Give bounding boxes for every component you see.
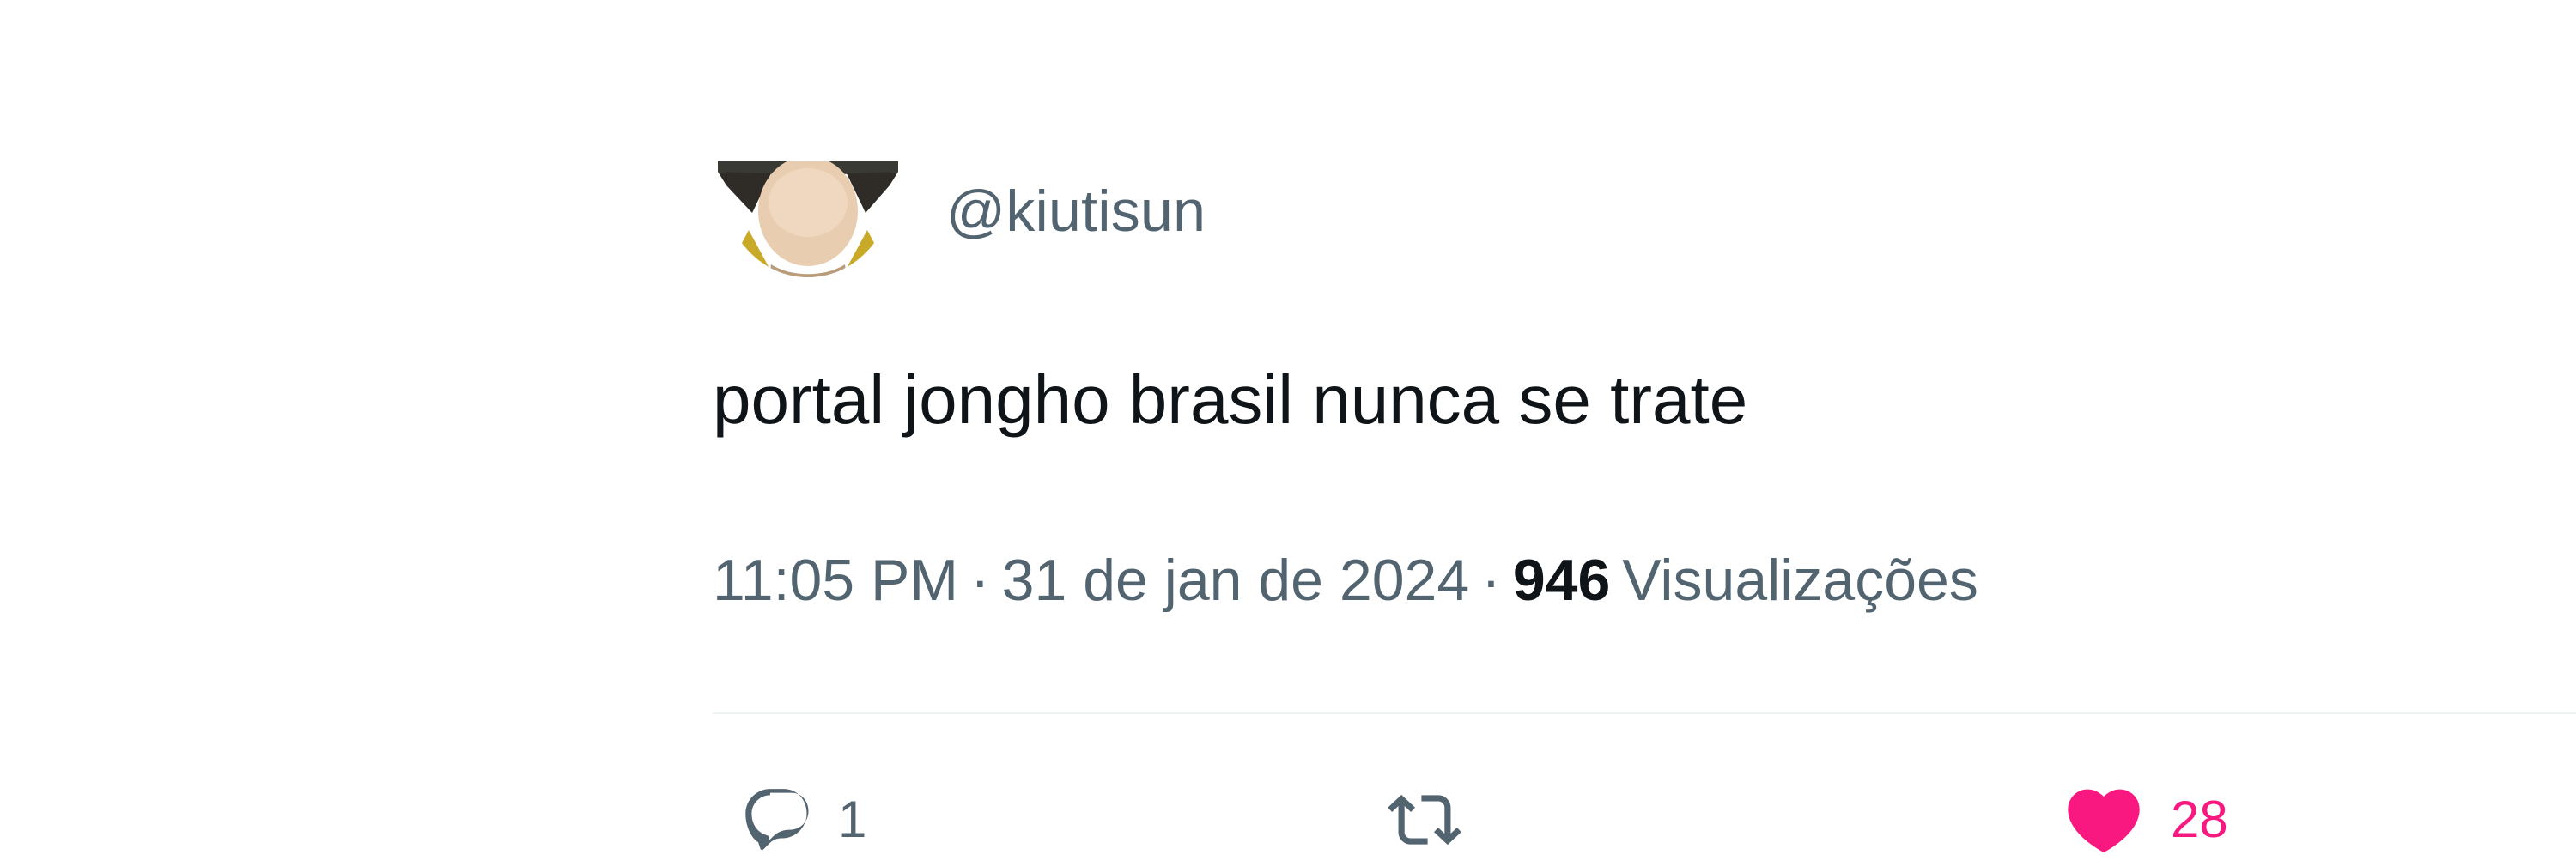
divider [713, 712, 2576, 714]
heart-icon [2068, 789, 2140, 853]
meta-separator: · [970, 548, 990, 613]
tweet-meta: 11:05 PM · 31 de jan de 2024 · 946 Visualizaç… [713, 546, 1978, 615]
avatar[interactable] [718, 161, 898, 277]
reply-icon [745, 789, 809, 851]
like-button[interactable]: 28 [2061, 773, 2228, 867]
reply-count: 1 [838, 791, 867, 848]
avatar-image [718, 161, 898, 277]
retweet-button[interactable] [1388, 773, 1485, 867]
reply-button[interactable]: 1 [740, 773, 866, 867]
tweet-text: portal jongho brasil nunca se trate [713, 361, 1748, 438]
tweet-detail: @kiutisun portal jongho brasil nunca se … [713, 0, 2576, 858]
meta-separator: · [1481, 548, 1501, 613]
like-count: 28 [2171, 791, 2228, 848]
tweet-date[interactable]: 31 de jan de 2024 [1002, 548, 1470, 613]
user-handle[interactable]: @kiutisun [946, 177, 1206, 246]
retweet-icon [1388, 794, 1461, 846]
views-label[interactable]: Visualizações [1622, 548, 1978, 613]
tweet-time[interactable]: 11:05 PM [713, 548, 958, 613]
views-count[interactable]: 946 [1513, 548, 1610, 613]
